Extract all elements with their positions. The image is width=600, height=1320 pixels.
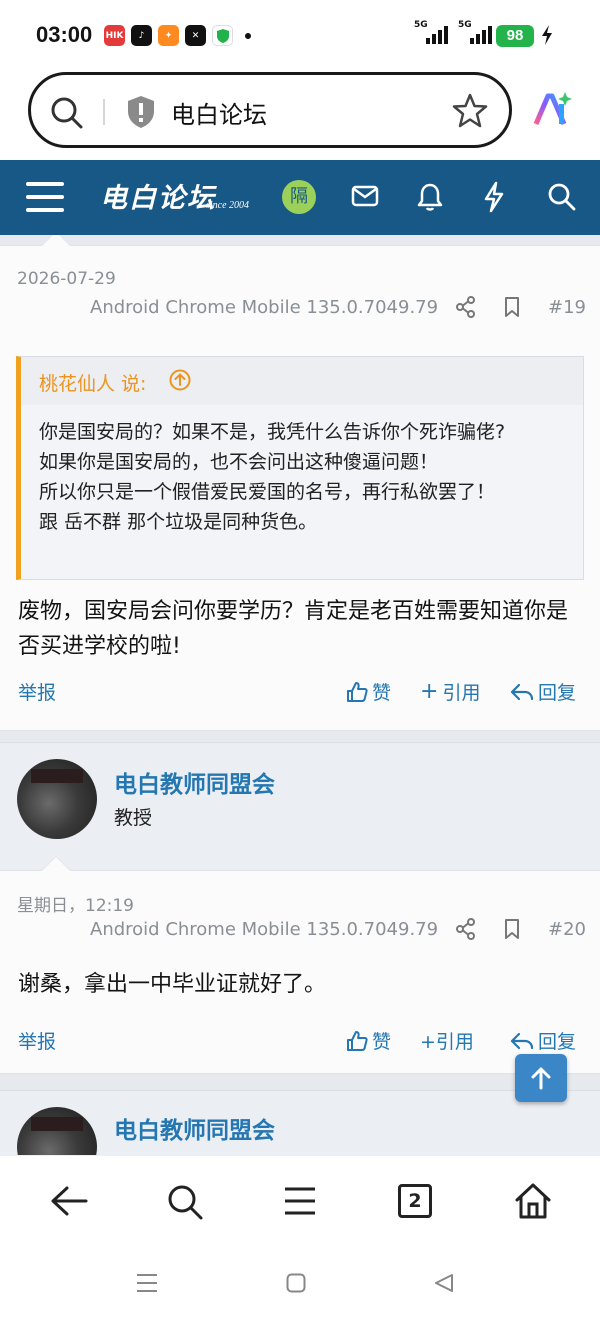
- quote-header: 桃花仙人 说:: [21, 357, 583, 405]
- share-icon[interactable]: [456, 918, 476, 940]
- avatar[interactable]: [17, 1107, 97, 1155]
- tiktok-icon: ♪: [131, 25, 152, 46]
- browser-toolbar: 2: [0, 1155, 600, 1245]
- quote-body: 你是国安局的？如果不是，我凭什么告诉你个死诈骗佬? 如果你是国安局的，也不会问出…: [39, 417, 559, 537]
- ai-assistant-icon[interactable]: [532, 90, 572, 130]
- news-app-icon: HIK: [104, 25, 125, 46]
- tabs-button[interactable]: 2: [398, 1184, 432, 1218]
- like-button[interactable]: 赞: [346, 678, 391, 705]
- quote-line: 所以你只是一个假借爱民爱国的名号，再行私欲罢了！: [39, 481, 496, 503]
- back-button-icon[interactable]: [434, 1273, 454, 1293]
- browser-address-row: 电白论坛: [0, 70, 600, 160]
- post-notch-fill: [42, 857, 70, 871]
- post-actions: 举报 赞 +引用 回复: [0, 1027, 600, 1057]
- post-notch-fill: [42, 235, 70, 246]
- user-avatar-badge[interactable]: 隔: [282, 180, 316, 214]
- share-icon[interactable]: [456, 296, 476, 318]
- scroll-to-top-button[interactable]: [515, 1054, 567, 1102]
- like-label: 赞: [372, 1031, 392, 1053]
- post-number[interactable]: #20: [548, 919, 586, 940]
- bell-icon[interactable]: [417, 182, 443, 212]
- signal-2-icon: 5G: [458, 20, 492, 44]
- status-time: 03:00: [36, 22, 93, 47]
- bookmark-star-icon[interactable]: [451, 92, 489, 130]
- more-notifications-dot: [245, 32, 251, 39]
- reply-icon: [510, 1032, 534, 1049]
- author-name[interactable]: 电白教师同盟会: [114, 1111, 275, 1145]
- post-20: 星期日，12:19 Android Chrome Mobile 135.0.70…: [0, 856, 600, 1074]
- quote-line: 跟 岳不群 那个垃圾是同种货色。: [39, 511, 318, 533]
- post-device: Android Chrome Mobile 135.0.7049.79: [90, 919, 439, 940]
- post-body: 废物，国安局会问你要学历？肯定是老百姓需要知道你是否买进学校的啦!: [18, 599, 569, 659]
- charging-icon: [542, 25, 552, 45]
- bookmark-icon[interactable]: [504, 918, 520, 940]
- post-device: Android Chrome Mobile 135.0.7049.79: [90, 297, 439, 318]
- menu-icon[interactable]: [26, 180, 64, 214]
- like-label: 赞: [372, 682, 392, 704]
- menu-icon[interactable]: [284, 1186, 316, 1216]
- search-icon[interactable]: [166, 1183, 204, 1221]
- recent-apps-icon[interactable]: [136, 1273, 158, 1293]
- post-number[interactable]: #19: [548, 297, 586, 318]
- reply-button[interactable]: 回复: [510, 1027, 576, 1054]
- quote-button[interactable]: + 引用: [420, 678, 480, 705]
- forum-logo[interactable]: 电白论坛: [100, 176, 216, 215]
- quote-line: 如果你是国安局的，也不会问出这种傻逼问题！: [39, 451, 439, 473]
- plus-icon: +: [420, 679, 439, 704]
- reply-button[interactable]: 回复: [510, 678, 576, 705]
- home-button-icon[interactable]: [286, 1273, 306, 1293]
- thread-content: 2026-07-29 Android Chrome Mobile 135.0.7…: [0, 235, 600, 1155]
- mail-icon[interactable]: [351, 184, 379, 208]
- author-name[interactable]: 电白教师同盟会: [114, 765, 275, 799]
- quote-line: 你是国安局的？如果不是，我凭什么告诉你个死诈骗佬?: [39, 421, 506, 443]
- quote-button[interactable]: +引用: [420, 1027, 474, 1054]
- signal-1-icon: 5G: [414, 20, 448, 44]
- author-title: 教授: [114, 807, 153, 829]
- quote-label: 引用: [442, 682, 481, 704]
- notification-icons: HIK ♪ ✦ ✕: [104, 25, 251, 46]
- arrow-up-icon: [531, 1067, 551, 1090]
- security-shield-icon[interactable]: [125, 94, 157, 130]
- thumbs-up-icon: [347, 681, 368, 702]
- quote-author[interactable]: 桃花仙人 说:: [39, 369, 146, 396]
- reply-label: 回复: [538, 682, 577, 704]
- forum-logo-since: since 2004: [206, 200, 250, 211]
- report-link[interactable]: 举报: [18, 678, 56, 705]
- post-actions: 举报 赞 + 引用 回复: [0, 678, 600, 708]
- lightning-icon[interactable]: [483, 181, 505, 213]
- reply-icon: [510, 683, 534, 700]
- jump-to-quote-icon[interactable]: [169, 369, 191, 391]
- status-bar: 03:00 HIK ♪ ✦ ✕ 5G 5G 98: [0, 0, 600, 70]
- back-icon[interactable]: [50, 1184, 88, 1218]
- post-author-block: 电白教师同盟会: [0, 1090, 600, 1155]
- like-button[interactable]: 赞: [346, 1027, 391, 1054]
- thumbs-up-icon: [347, 1030, 368, 1051]
- search-icon[interactable]: [49, 95, 85, 131]
- shield-app-icon: [212, 25, 233, 46]
- nav-search-icon[interactable]: [547, 182, 577, 212]
- address-divider: [103, 99, 105, 125]
- reply-label: 回复: [538, 1031, 577, 1053]
- post-date[interactable]: 2026-07-29: [17, 269, 116, 289]
- game-app-icon: ✦: [158, 25, 179, 46]
- forum-nav-bar: 电白论坛 since 2004 隔: [0, 160, 600, 235]
- home-icon[interactable]: [514, 1182, 552, 1220]
- quote-block: 桃花仙人 说: 你是国安局的？如果不是，我凭什么告诉你个死诈骗佬? 如果你是国安…: [16, 356, 584, 580]
- capcut-icon: ✕: [185, 25, 206, 46]
- post-author-block: 电白教师同盟会 教授: [0, 742, 600, 870]
- post-date[interactable]: 星期日，12:19: [17, 891, 134, 916]
- avatar[interactable]: [17, 759, 97, 839]
- quote-label: +引用: [420, 1031, 474, 1053]
- post-body: 谢桑，拿出一中毕业证就好了。: [18, 972, 327, 997]
- signal-indicators: 5G 5G: [414, 20, 492, 44]
- system-nav-bar: [0, 1245, 600, 1320]
- address-text[interactable]: 电白论坛: [171, 95, 267, 130]
- battery-level: 98: [496, 25, 534, 47]
- report-link[interactable]: 举报: [18, 1027, 56, 1054]
- post-19: 2026-07-29 Android Chrome Mobile 135.0.7…: [0, 235, 600, 731]
- address-bar[interactable]: 电白论坛: [28, 72, 512, 148]
- bookmark-icon[interactable]: [504, 296, 520, 318]
